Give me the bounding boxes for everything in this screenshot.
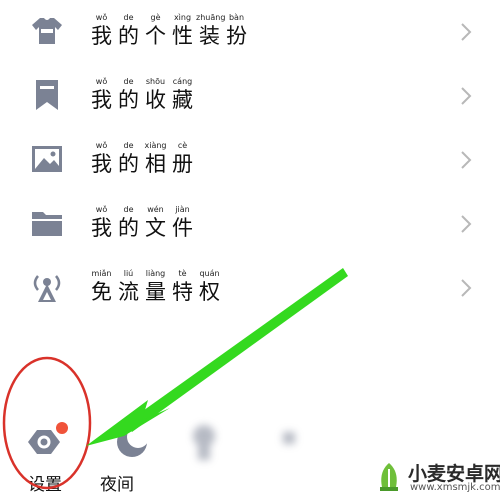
hanzi-char: 的 xyxy=(118,88,139,112)
pinyin-syllable: tè xyxy=(178,269,187,278)
hanzi-row: 我的个性装扮 xyxy=(88,23,250,50)
pinyin-syllable: wǒ xyxy=(95,141,108,150)
pinyin-syllable: gè xyxy=(150,13,161,22)
hanzi-char: 我 xyxy=(91,88,112,112)
pinyin-syllable: bàn xyxy=(228,13,245,22)
pinyin-syllable: de xyxy=(123,13,134,22)
hanzi-char: 装 xyxy=(199,24,220,48)
pinyin-syllable: de xyxy=(123,77,134,86)
hanzi-char: 件 xyxy=(172,216,193,240)
watermark: 小麦安卓网 www.xmsmjk.com xyxy=(370,455,500,500)
menu-item-label: wǒ de xiàng cè 我的相册 xyxy=(88,140,196,178)
menu-item[interactable]: wǒ de shōu cáng 我的收藏 xyxy=(0,64,500,128)
menu-item-label: miǎn liú liàng tè quán 免流量特权 xyxy=(88,268,223,306)
pinyin-syllable: xìng xyxy=(173,13,192,22)
pinyin-syllable: wén xyxy=(147,205,164,214)
pinyin-row: wǒ de shōu cáng xyxy=(88,76,196,87)
blurred-tab[interactable] xyxy=(170,412,240,492)
pinyin-syllable: wǒ xyxy=(95,13,108,22)
pinyin-syllable: de xyxy=(123,205,134,214)
hanzi-char: 文 xyxy=(145,216,166,240)
watermark-url: www.xmsmjk.com xyxy=(410,482,500,493)
pinyin-row: miǎn liú liàng tè quán xyxy=(88,268,223,279)
image-icon xyxy=(30,142,64,176)
night-mode-tab[interactable]: 夜间 xyxy=(92,412,162,495)
chevron-right-icon xyxy=(460,22,472,42)
menu-item[interactable]: wǒ de gè xìng zhuāng bàn 我的个性装扮 xyxy=(0,0,500,64)
menu-item-label: wǒ de gè xìng zhuāng bàn 我的个性装扮 xyxy=(88,12,250,50)
chevron-right-icon xyxy=(460,214,472,234)
hanzi-char: 特 xyxy=(172,280,193,304)
hanzi-char: 权 xyxy=(199,280,220,304)
pinyin-syllable: shōu xyxy=(145,77,166,86)
hanzi-char: 流 xyxy=(118,280,139,304)
chevron-right-icon xyxy=(460,150,472,170)
pinyin-syllable: wǒ xyxy=(95,205,108,214)
hanzi-char: 免 xyxy=(91,280,112,304)
hanzi-char: 收 xyxy=(145,88,166,112)
menu-item[interactable]: wǒ de xiàng cè 我的相册 xyxy=(0,128,500,192)
hanzi-row: 免流量特权 xyxy=(88,279,223,306)
pinyin-syllable: miǎn xyxy=(91,269,112,278)
moon-icon xyxy=(117,426,149,457)
settings-label: 设置 xyxy=(28,475,62,495)
pinyin-syllable: liàng xyxy=(145,269,166,278)
hanzi-char: 个 xyxy=(145,24,166,48)
pinyin-syllable: zhuāng xyxy=(196,13,226,22)
signal-tower-icon xyxy=(30,270,64,304)
hanzi-row: 我的收藏 xyxy=(88,87,196,114)
pinyin-syllable: jiàn xyxy=(175,205,190,214)
hanzi-char: 性 xyxy=(172,24,193,48)
hanzi-char: 我 xyxy=(91,216,112,240)
pinyin-syllable: liú xyxy=(123,269,134,278)
blurred-tab-icon xyxy=(193,425,215,460)
hanzi-char: 相 xyxy=(145,152,166,176)
notification-badge xyxy=(56,422,68,434)
hanzi-char: 我 xyxy=(91,152,112,176)
hanzi-row: 我的相册 xyxy=(88,151,196,178)
folder-icon xyxy=(30,206,64,240)
pinyin-syllable: quán xyxy=(199,269,220,278)
hanzi-char: 的 xyxy=(118,152,139,176)
pinyin-row: wǒ de gè xìng zhuāng bàn xyxy=(88,12,250,23)
blurred-tab-icon xyxy=(283,432,295,444)
pinyin-syllable: cè xyxy=(177,141,188,150)
menu-item-label: wǒ de shōu cáng 我的收藏 xyxy=(88,76,196,114)
hanzi-row: 我的文件 xyxy=(88,215,196,242)
hanzi-char: 的 xyxy=(118,24,139,48)
menu-item-label: wǒ de wén jiàn 我的文件 xyxy=(88,204,196,242)
night-mode-label: 夜间 xyxy=(100,475,134,495)
pinyin-syllable: de xyxy=(123,141,134,150)
hanzi-char: 藏 xyxy=(172,88,193,112)
pinyin-syllable: wǒ xyxy=(95,77,108,86)
pinyin-row: wǒ de wén jiàn xyxy=(88,204,196,215)
settings-tab[interactable]: 设置 xyxy=(10,412,80,495)
menu-item[interactable]: wǒ de wén jiàn 我的文件 xyxy=(0,192,500,256)
blurred-tab[interactable] xyxy=(255,412,325,492)
hanzi-char: 量 xyxy=(145,280,166,304)
watermark-logo-icon xyxy=(380,463,398,491)
menu-item[interactable]: miǎn liú liàng tè quán 免流量特权 xyxy=(0,256,500,320)
hanzi-char: 我 xyxy=(91,24,112,48)
pinyin-syllable: xiàng xyxy=(144,141,167,150)
hanzi-char: 扮 xyxy=(226,24,247,48)
chevron-right-icon xyxy=(460,86,472,106)
bookmark-icon xyxy=(30,78,64,112)
hanzi-char: 的 xyxy=(118,216,139,240)
hanzi-char: 册 xyxy=(172,152,193,176)
pinyin-row: wǒ de xiàng cè xyxy=(88,140,196,151)
chevron-right-icon xyxy=(460,278,472,298)
pinyin-syllable: cáng xyxy=(172,77,193,86)
tshirt-icon xyxy=(30,14,64,48)
